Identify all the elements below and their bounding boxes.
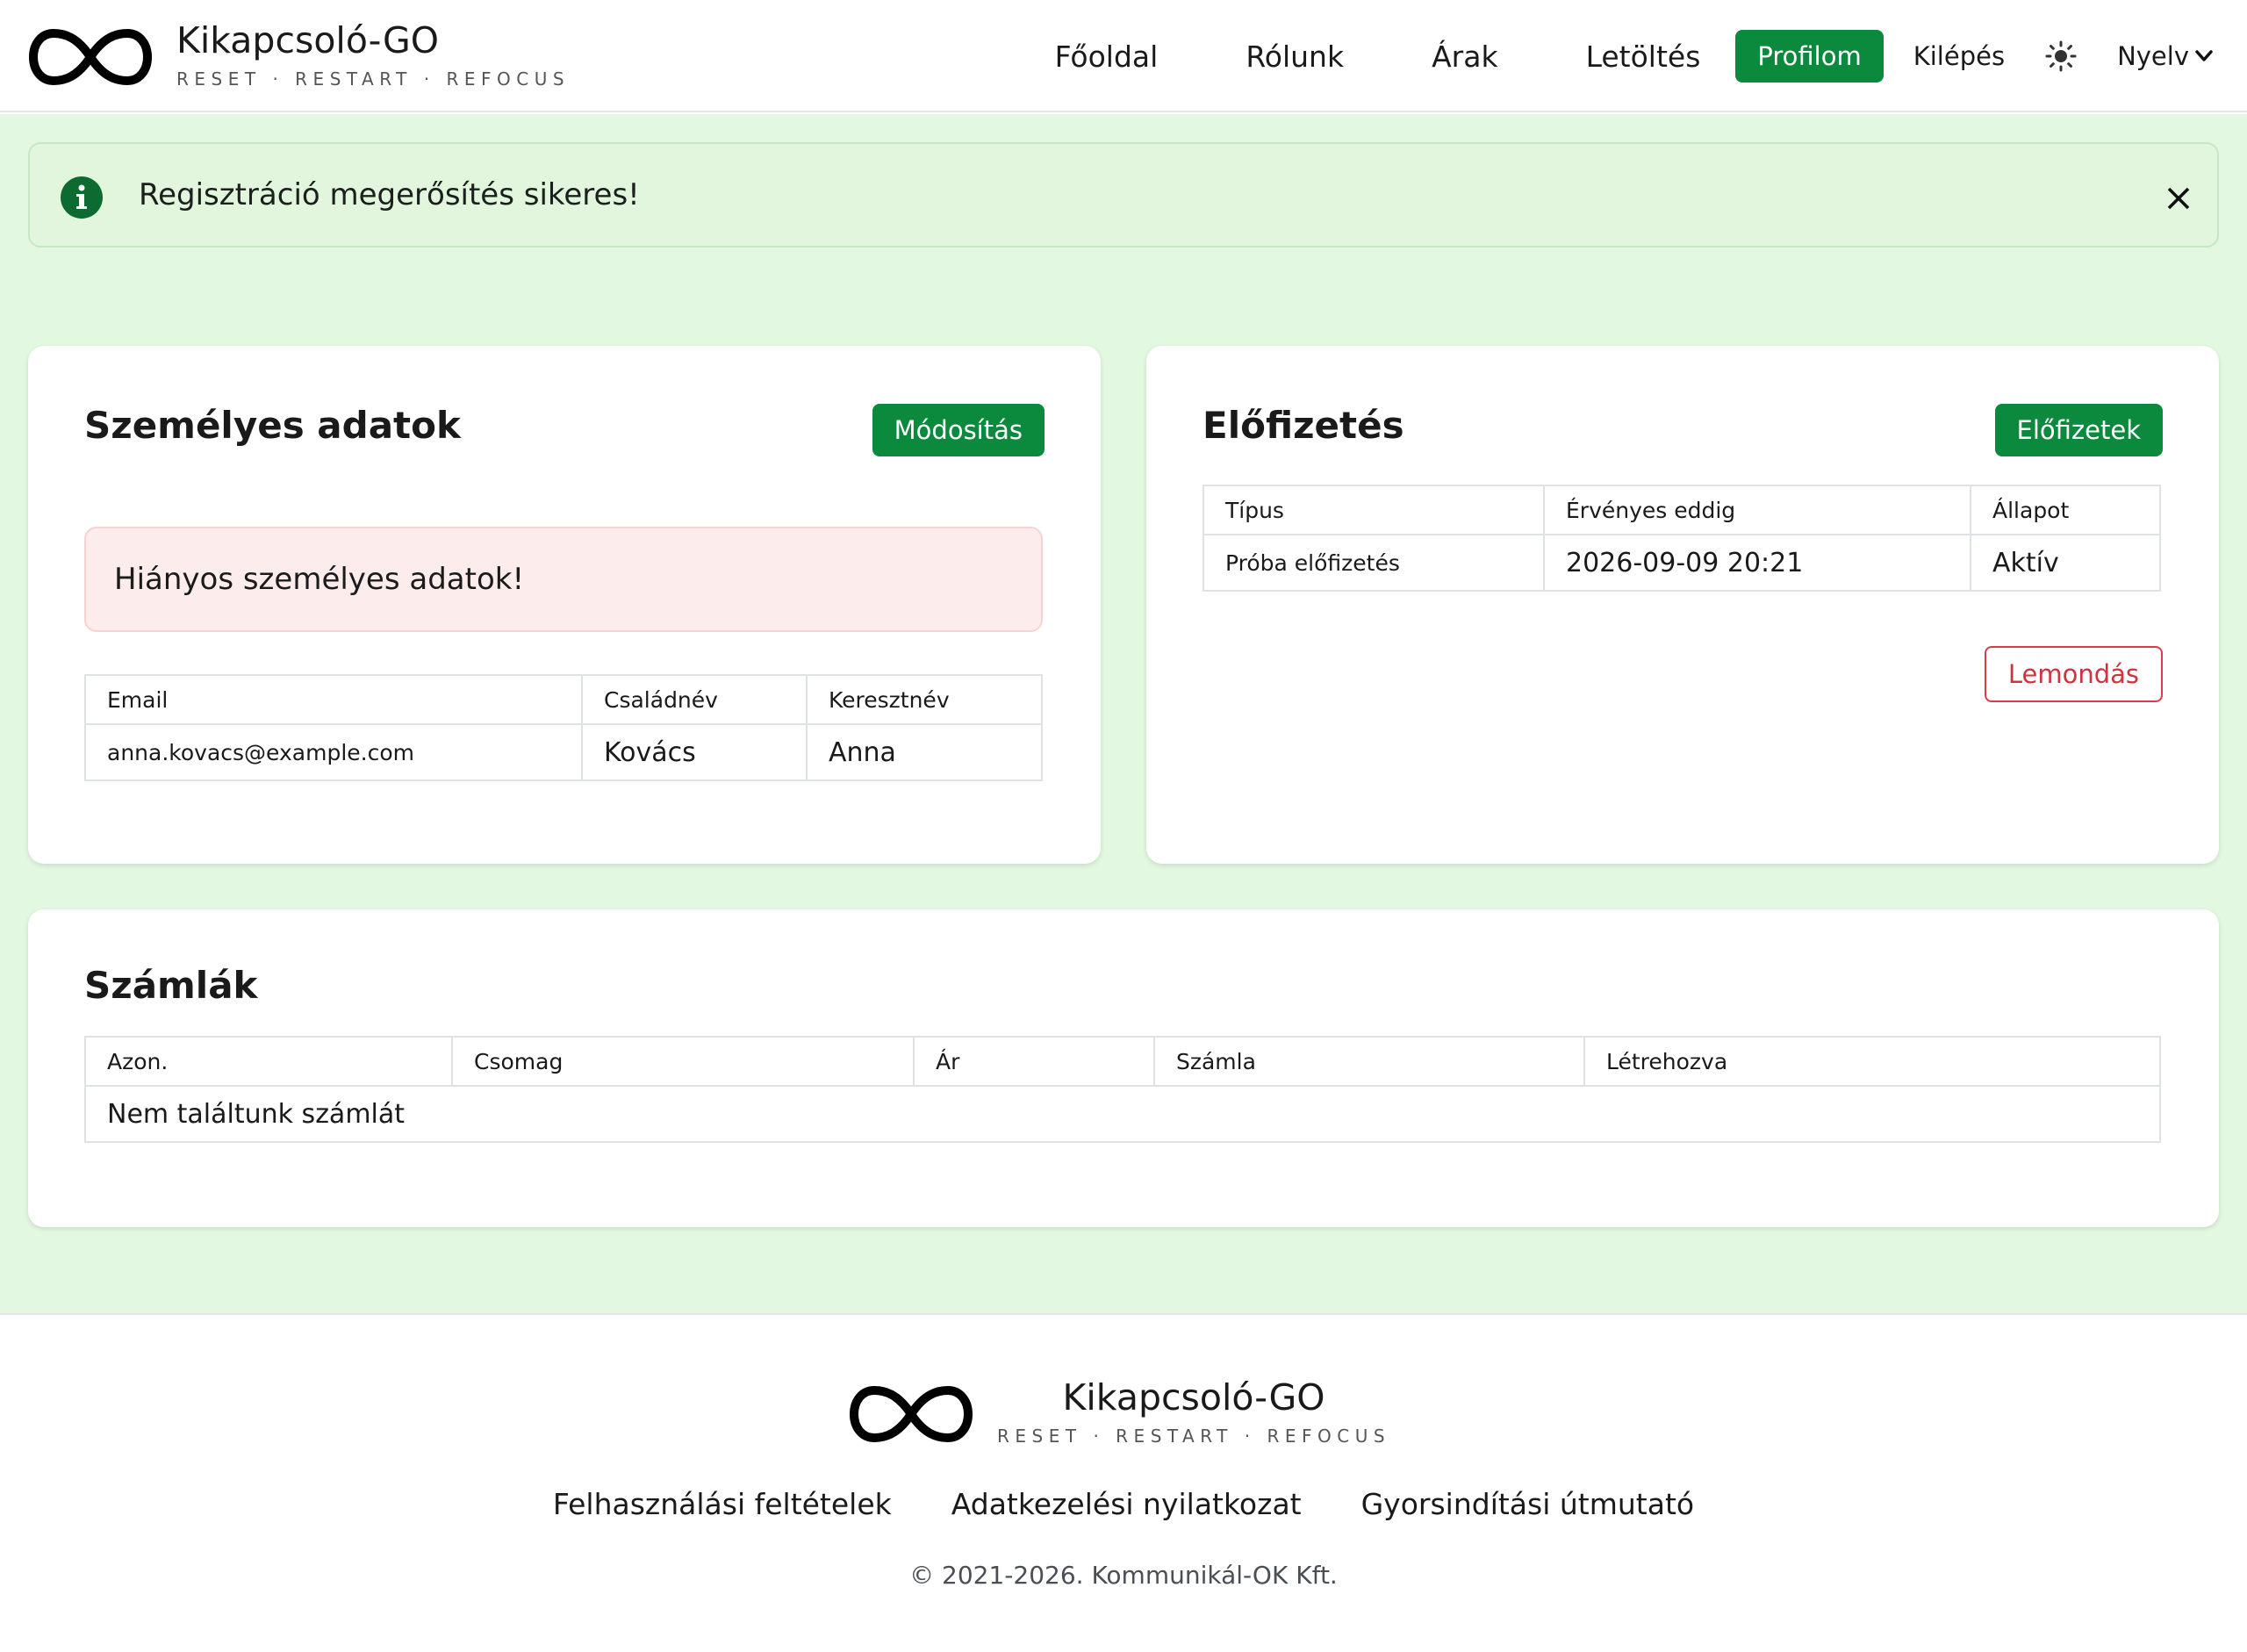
- footer-links: Felhasználási feltételek Adatkezelési ny…: [0, 1487, 2247, 1521]
- language-label: Nyelv: [2117, 41, 2189, 71]
- footer-brand-tagline: RESET · RESTART · REFOCUS: [997, 1426, 1391, 1447]
- brand[interactable]: Kikapcsoló-GO RESET · RESTART · REFOCUS: [29, 19, 570, 90]
- infinity-logo-icon: [29, 28, 152, 86]
- info-circle-icon: [61, 176, 103, 219]
- table-row: Próba előfizetés 2026-09-09 20:21 Aktív: [1202, 534, 2161, 592]
- column-header: Családnév: [581, 674, 808, 725]
- column-header: Érvényes eddig: [1543, 485, 1971, 535]
- nav-profile-button[interactable]: Profilom: [1735, 30, 1884, 83]
- main-content: Regisztráció megerősítés sikeres! Személ…: [0, 114, 2247, 1313]
- nav-logout[interactable]: Kilépés: [1913, 41, 2005, 71]
- top-navbar: Kikapcsoló-GO RESET · RESTART · REFOCUS …: [0, 0, 2247, 112]
- nav-download[interactable]: Letöltés: [1586, 40, 1701, 74]
- empty-message: Nem találtunk számlát: [84, 1085, 2161, 1143]
- column-header: Email: [84, 674, 583, 725]
- quickstart-link[interactable]: Gyorsindítási útmutató: [1361, 1487, 1694, 1521]
- nav-pricing[interactable]: Árak: [1432, 40, 1497, 74]
- invoices-table: Azon. Csomag Ár Számla Létrehozva Nem ta…: [84, 1036, 2161, 1143]
- footer-brand-name: Kikapcsoló-GO: [1062, 1376, 1325, 1419]
- close-icon[interactable]: [2163, 183, 2194, 214]
- column-header: Keresztnév: [806, 674, 1043, 725]
- subscription-type-value: Próba előfizetés: [1202, 534, 1545, 592]
- column-header: Létrehozva: [1583, 1036, 2161, 1087]
- chevron-down-icon: [2195, 50, 2213, 61]
- privacy-link[interactable]: Adatkezelési nyilatkozat: [951, 1487, 1302, 1521]
- column-header: Csomag: [451, 1036, 915, 1087]
- column-header: Típus: [1202, 485, 1545, 535]
- subscribe-button[interactable]: Előfizetek: [1994, 404, 2163, 456]
- column-header: Ár: [913, 1036, 1155, 1087]
- nav-about[interactable]: Rólunk: [1246, 40, 1344, 74]
- language-dropdown[interactable]: Nyelv: [2117, 41, 2214, 71]
- missing-data-text: Hiányos személyes adatok!: [114, 562, 525, 597]
- brand-name: Kikapcsoló-GO: [176, 19, 440, 61]
- table-row: anna.kovacs@example.com Kovács Anna: [84, 723, 1043, 781]
- subscription-table: Típus Érvényes eddig Állapot Próba előfi…: [1202, 485, 2161, 592]
- subscription-title: Előfizetés: [1202, 404, 1404, 447]
- brand-tagline: RESET · RESTART · REFOCUS: [176, 68, 571, 90]
- last-name-value: Kovács: [581, 723, 808, 781]
- footer-brand[interactable]: Kikapcsoló-GO RESET · RESTART · REFOCUS: [850, 1376, 1390, 1447]
- copyright: © 2021-2026. Kommunikál-OK Kft.: [909, 1561, 1338, 1590]
- terms-link[interactable]: Felhasználási feltételek: [553, 1487, 892, 1521]
- column-header: Számla: [1153, 1036, 1585, 1087]
- missing-data-alert: Hiányos személyes adatok!: [84, 527, 1043, 632]
- infinity-logo-icon: [850, 1385, 973, 1443]
- footer: Kikapcsoló-GO RESET · RESTART · REFOCUS …: [0, 1313, 2247, 1652]
- alert-message: Regisztráció megerősítés sikeres!: [139, 177, 640, 212]
- invoices-title: Számlák: [84, 964, 258, 1007]
- personal-data-table: Email Családnév Keresztnév anna.kovacs@e…: [84, 674, 1043, 781]
- personal-data-card: Személyes adatok Módosítás Hiányos szemé…: [28, 346, 1101, 864]
- status-value: Aktív: [1970, 534, 2161, 592]
- subscription-card: Előfizetés Előfizetek Típus Érvényes edd…: [1146, 346, 2219, 864]
- edit-button[interactable]: Módosítás: [872, 404, 1045, 456]
- first-name-value: Anna: [806, 723, 1043, 781]
- invoices-card: Számlák Azon. Csomag Ár Számla Létrehozv…: [28, 909, 2219, 1227]
- column-header: Állapot: [1970, 485, 2161, 535]
- nav-home[interactable]: Főoldal: [1055, 40, 1159, 74]
- valid-until-value: 2026-09-09 20:21: [1543, 534, 1971, 592]
- cancel-subscription-button[interactable]: Lemondás: [1984, 646, 2163, 702]
- personal-data-title: Személyes adatok: [84, 404, 461, 447]
- email-value: anna.kovacs@example.com: [84, 723, 583, 781]
- success-alert: Regisztráció megerősítés sikeres!: [28, 142, 2219, 248]
- sun-icon[interactable]: [2045, 40, 2077, 72]
- main-nav: Főoldal Rólunk Árak Letöltés Profilom Ki…: [1055, 0, 2214, 112]
- column-header: Azon.: [84, 1036, 453, 1087]
- table-row: Nem találtunk számlát: [84, 1085, 2161, 1143]
